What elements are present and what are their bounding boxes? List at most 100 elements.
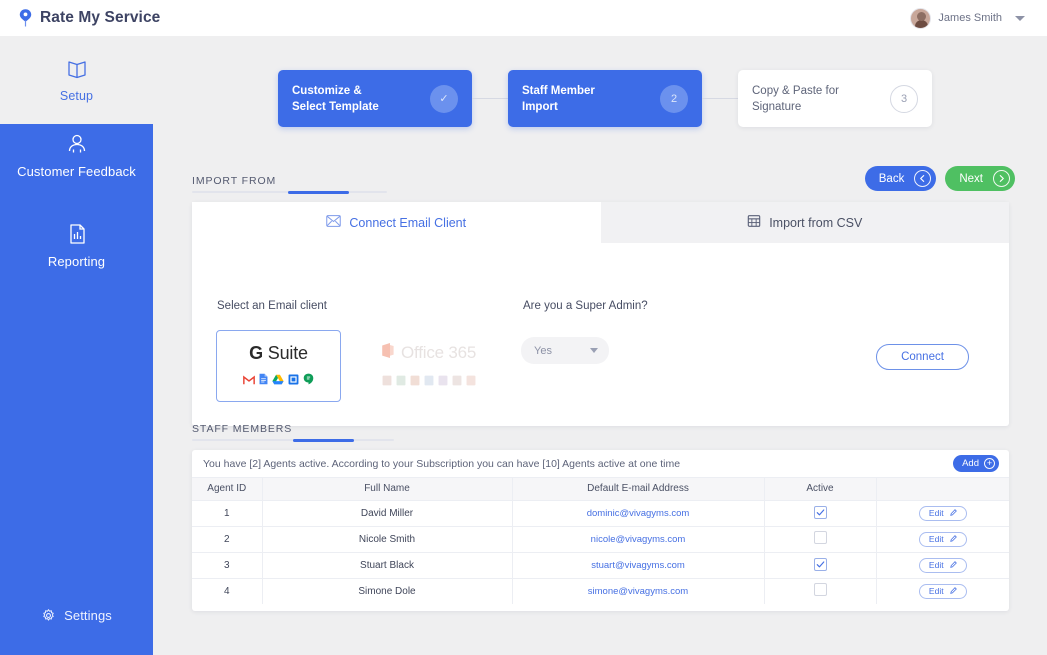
connect-button[interactable]: Connect (876, 344, 969, 370)
google-calendar-icon (288, 372, 299, 390)
edit-button-label: Edit (929, 534, 944, 544)
edit-button[interactable]: Edit (919, 532, 967, 547)
sidebar-item-settings[interactable]: Settings (0, 608, 153, 623)
step-label: Copy & Paste for Signature (752, 83, 839, 115)
email-link[interactable]: dominic@vivagyms.com (587, 508, 690, 519)
chevron-down-icon[interactable] (1015, 16, 1025, 21)
select-email-client-label: Select an Email client (217, 300, 327, 312)
app-root: Rate My Service James Smith Setup (0, 0, 1047, 655)
document-chart-icon (64, 221, 90, 247)
wizard-nav-buttons: Back Next (865, 166, 1015, 191)
pin-icon (18, 8, 33, 28)
cell-active (764, 552, 876, 578)
google-docs-icon (259, 372, 268, 390)
brand[interactable]: Rate My Service (18, 8, 160, 28)
column-header-email: Default E-mail Address (512, 478, 764, 500)
active-checkbox[interactable] (814, 558, 827, 571)
import-from-progress-fill (288, 191, 349, 194)
edit-button[interactable]: Edit (919, 558, 967, 573)
next-button-label: Next (959, 173, 983, 185)
tab-label: Import from CSV (769, 216, 862, 230)
tab-connect-email-client[interactable]: Connect Email Client (192, 202, 601, 243)
cell-active (764, 526, 876, 552)
gsuite-app-icons (243, 372, 314, 390)
step-badge-number: 3 (890, 85, 918, 113)
office365-wordmark: Office 365 (381, 342, 476, 364)
user-menu[interactable]: James Smith (910, 8, 1029, 29)
cell-full-name: David Miller (262, 500, 512, 526)
cell-agent-id: 1 (192, 500, 262, 526)
cell-email: stuart@vivagyms.com (512, 552, 764, 578)
step-label: Customize & Select Template (292, 83, 379, 115)
table-header-row: Agent ID Full Name Default E-mail Addres… (192, 478, 1009, 500)
book-open-icon (64, 56, 90, 82)
import-from-title: IMPORT FROM (192, 175, 276, 187)
sidebar-item-setup[interactable]: Setup (0, 56, 153, 103)
super-admin-select[interactable]: Yes (521, 337, 609, 364)
sidebar-item-customer-feedback[interactable]: Customer Feedback (0, 131, 153, 179)
word-icon (424, 373, 434, 391)
import-from-progress-track (192, 191, 387, 193)
edit-button[interactable]: Edit (919, 506, 967, 521)
cell-actions: Edit (876, 552, 1009, 578)
cell-actions: Edit (876, 526, 1009, 552)
column-header-active: Active (764, 478, 876, 500)
sidebar-item-reporting[interactable]: Reporting (0, 221, 153, 269)
step-copy-paste-signature[interactable]: Copy & Paste for Signature 3 (738, 70, 932, 127)
step-label: Staff Member Import (522, 83, 595, 115)
chevron-down-icon (590, 348, 598, 353)
active-checkbox[interactable] (814, 531, 827, 544)
cell-agent-id: 4 (192, 578, 262, 604)
import-tabs: Connect Email Client Import from CSV (192, 202, 1009, 243)
step-label-line2: Signature (752, 99, 839, 115)
email-client-options: G Suite (216, 330, 476, 402)
step-label-line1: Customize & (292, 83, 379, 99)
pencil-icon (950, 534, 957, 544)
sidebar: Setup Customer Feedback Reporting (0, 36, 153, 655)
top-bar: Rate My Service James Smith (0, 0, 1047, 36)
step-badge-check-icon: ✓ (430, 85, 458, 113)
sharepoint-icon (466, 373, 476, 391)
next-button[interactable]: Next (945, 166, 1015, 191)
cell-agent-id: 3 (192, 552, 262, 578)
edit-button-label: Edit (929, 560, 944, 570)
staff-members-progress-fill (293, 439, 354, 442)
gear-icon (41, 608, 56, 623)
add-button-label: Add (962, 458, 979, 469)
sidebar-item-label: Setup (60, 89, 93, 103)
tab-import-from-csv[interactable]: Import from CSV (601, 202, 1010, 243)
gmail-icon (243, 372, 255, 390)
super-admin-selected-value: Yes (534, 345, 552, 357)
edit-button-label: Edit (929, 586, 944, 596)
step-staff-member-import[interactable]: Staff Member Import 2 (508, 70, 702, 127)
email-client-gsuite[interactable]: G Suite (216, 330, 341, 402)
cell-full-name: Stuart Black (262, 552, 512, 578)
cell-agent-id: 2 (192, 526, 262, 552)
avatar (910, 8, 931, 29)
email-link[interactable]: stuart@vivagyms.com (591, 560, 685, 571)
cell-email: dominic@vivagyms.com (512, 500, 764, 526)
active-checkbox[interactable] (814, 583, 827, 596)
column-header-agent-id: Agent ID (192, 478, 262, 500)
office365-text: Office 365 (401, 343, 476, 363)
cell-actions: Edit (876, 500, 1009, 526)
edit-button[interactable]: Edit (919, 584, 967, 599)
back-button[interactable]: Back (865, 166, 937, 191)
back-button-label: Back (879, 173, 905, 185)
column-header-full-name: Full Name (262, 478, 512, 500)
cell-actions: Edit (876, 578, 1009, 604)
cell-active (764, 500, 876, 526)
office365-app-icons (382, 373, 476, 391)
google-hangouts-icon (303, 372, 314, 390)
table-row: 4 Simone Dole simone@vivagyms.com Edit (192, 578, 1009, 604)
tab-label: Connect Email Client (349, 216, 466, 230)
step-label-line1: Copy & Paste for (752, 83, 839, 99)
email-link[interactable]: nicole@vivagyms.com (591, 534, 686, 545)
subscription-notice: You have [2] Agents active. According to… (192, 450, 1009, 478)
add-agent-button[interactable]: Add + (953, 455, 999, 472)
email-client-office365[interactable]: Office 365 (381, 342, 476, 391)
active-checkbox[interactable] (814, 506, 827, 519)
step-label-line1: Staff Member (522, 83, 595, 99)
step-customize-select-template[interactable]: Customize & Select Template ✓ (278, 70, 472, 127)
email-link[interactable]: simone@vivagyms.com (588, 586, 688, 597)
